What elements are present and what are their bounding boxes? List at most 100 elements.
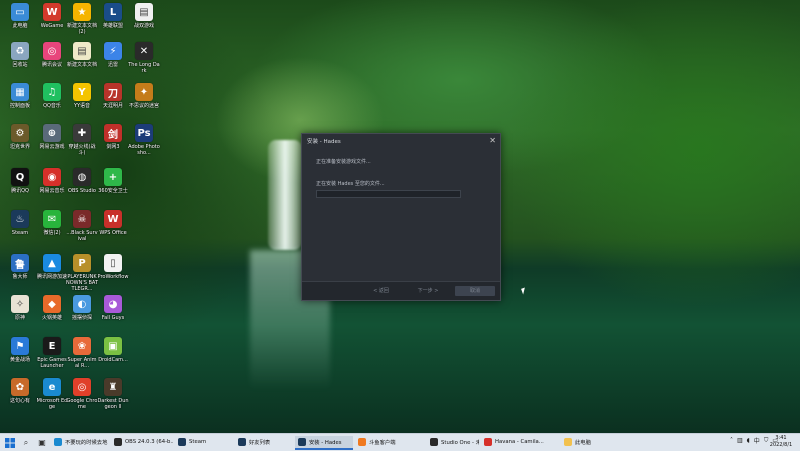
wps-icon: W bbox=[104, 210, 122, 228]
desktop-icon[interactable]: Y YY语音 bbox=[66, 83, 98, 109]
dialog-titlebar[interactable]: 安装 - Hades bbox=[302, 134, 500, 148]
desktop-icon[interactable]: ▭ 此电脑 bbox=[4, 3, 36, 29]
desktop-icon[interactable]: ♻ 回收站 bbox=[4, 42, 36, 68]
desktop-icon[interactable]: ♜ Darkest Dungeon II bbox=[97, 378, 129, 410]
taskbar-task[interactable]: 安装 - Hades bbox=[295, 435, 353, 450]
volume-icon[interactable]: ◖ bbox=[747, 437, 750, 444]
desktop-icon[interactable]: ⊕ 网易云游戏 bbox=[36, 124, 68, 150]
desktop-icon[interactable]: ◎ 腾讯会议 bbox=[36, 42, 68, 68]
desktop-icon[interactable]: ⚡ 迅雷 bbox=[97, 42, 129, 68]
control-panel-icon: ▦ bbox=[11, 83, 29, 101]
desktop-icon[interactable]: ♫ QQ音乐 bbox=[36, 83, 68, 109]
install-dialog: 安装 - Hades ✕ 正在准备安装游戏文件... 正在安装 Hades 至您… bbox=[301, 133, 501, 301]
desktop-icon[interactable]: ❀ Super Animal R... bbox=[66, 337, 98, 369]
desktop-icon[interactable]: +360安全卫士 bbox=[97, 168, 129, 194]
desktop-icon[interactable]: ◕ Fall Guys bbox=[97, 295, 129, 321]
taskbar-task-label: 好友列表 bbox=[249, 439, 271, 446]
task-view-icon[interactable]: ▣ bbox=[35, 436, 49, 450]
taskbar-task[interactable]: 此电脑 bbox=[561, 436, 613, 450]
desktop-icon-label: 此电脑 bbox=[12, 23, 28, 29]
desktop-icon[interactable]: ⚑ 黄金战场 bbox=[4, 337, 36, 363]
taskbar-task[interactable]: OBS 24.0.3 (64-b... bbox=[111, 436, 173, 450]
desktop-icon[interactable]: 鲁鲁大师 bbox=[4, 254, 36, 280]
desktop-icon[interactable]: ☠ ...Black Survival bbox=[66, 210, 98, 242]
clock[interactable]: 3:41 2022/8/1 bbox=[766, 435, 796, 448]
taskbar-task-label: Studio One - 未... bbox=[441, 439, 479, 446]
desktop-icon[interactable]: ▦ 控制面板 bbox=[4, 83, 36, 109]
taskbar-task[interactable]: 不要玩的时候去地 bbox=[51, 436, 109, 450]
desktop-icon[interactable]: ▯ ProWorkflow bbox=[97, 254, 129, 280]
desktop-icon[interactable]: ⚙ 坦克世界 bbox=[4, 124, 36, 150]
status-text-1: 正在准备安装游戏文件... bbox=[316, 159, 371, 165]
search-icon[interactable]: ⌕ bbox=[19, 436, 33, 450]
desktop-icon-label: Steam bbox=[11, 230, 29, 236]
network-icon[interactable]: ▥ bbox=[737, 437, 743, 444]
recycle-bin-icon: ♻ bbox=[11, 42, 29, 60]
desktop-icon[interactable]: ✕ The Long Dark bbox=[128, 42, 160, 74]
desktop-icon[interactable]: ◆ 火锅英雄 bbox=[36, 295, 68, 321]
desktop-icon[interactable]: Ps Adobe Photosho... bbox=[128, 124, 160, 156]
desktop-icon[interactable]: Q 腾讯QQ bbox=[4, 168, 36, 194]
taskbar-task[interactable]: Studio One - 未... bbox=[427, 436, 479, 450]
desktop-icon-label: Fall Guys bbox=[101, 315, 125, 321]
desktop-icon-label: Google Chrome bbox=[66, 398, 98, 410]
taskbar-task-label: 不要玩的时候去地 bbox=[65, 439, 108, 446]
start-button[interactable] bbox=[3, 436, 17, 450]
desktop-icon[interactable]: ♨ Steam bbox=[4, 210, 36, 236]
netease-music-icon: ◉ bbox=[43, 168, 61, 186]
input-icon[interactable]: 中 bbox=[754, 436, 760, 445]
desktop-icon[interactable]: ◉ 网易云音乐 bbox=[36, 168, 68, 194]
desktop-icon[interactable]: W WPS Office bbox=[97, 210, 129, 236]
desktop-icon-label: 这句心有 bbox=[9, 398, 30, 404]
close-icon[interactable]: ✕ bbox=[489, 136, 496, 145]
epic-icon: E bbox=[43, 337, 61, 355]
desktop-icon-label: 黄金战场 bbox=[9, 357, 30, 363]
genshin-icon: ✧ bbox=[11, 295, 29, 313]
desktop-icon[interactable]: ◎ Google Chrome bbox=[66, 378, 98, 410]
desktop-icon-label: Super Animal R... bbox=[67, 357, 97, 369]
desktop-icon-label: 穿越火线(战斗) bbox=[68, 144, 96, 156]
desktop-icon-label: Adobe Photosho... bbox=[128, 144, 160, 156]
desktop-icon[interactable]: 剑剑网3 bbox=[97, 124, 129, 150]
pc-icon: ▭ bbox=[11, 3, 29, 21]
desktop-icon-label: QQ音乐 bbox=[43, 103, 61, 109]
desktop-icon-label: 原神 bbox=[14, 315, 25, 321]
desktop-icon[interactable]: e Microsoft Edge bbox=[36, 378, 68, 410]
desktop-icon[interactable]: ▤ 新建文本文档 bbox=[66, 42, 98, 68]
desktop-icon[interactable]: ★ 新建文本文档 (2) bbox=[66, 3, 98, 35]
desktop-icon[interactable]: ✿ 这句心有 bbox=[4, 378, 36, 404]
app-icon: ⚑ bbox=[11, 337, 29, 355]
desktop-icon[interactable]: ▤ 战双游戏 bbox=[128, 3, 160, 29]
taskbar-task[interactable]: 斗鱼客户端 bbox=[355, 436, 425, 450]
desktop-icon[interactable]: ✧ 原神 bbox=[4, 295, 36, 321]
cloud-game-icon: ⊕ bbox=[43, 124, 61, 142]
desktop-icon-label: 新建文本文档 bbox=[66, 62, 97, 68]
jx3-icon: 剑 bbox=[104, 124, 122, 142]
next-button[interactable]: 下一步 > bbox=[412, 286, 444, 296]
cancel-button[interactable]: 取消 bbox=[455, 286, 495, 296]
desktop-icon-label: 火锅英雄 bbox=[41, 315, 62, 321]
thunder-icon: ⚡ bbox=[104, 42, 122, 60]
desktop-icon[interactable]: ✚ 穿越火线(战斗) bbox=[66, 124, 98, 156]
desktop-icon[interactable]: ◐ 摇摆侦探 bbox=[66, 295, 98, 321]
desktop-icon-label: WPS Office bbox=[99, 230, 127, 236]
desktop-icon[interactable]: ▲ 腾讯网游加速 bbox=[36, 254, 68, 280]
studio-one-icon bbox=[430, 437, 438, 446]
taskbar-task[interactable]: Havana - Camila... bbox=[481, 436, 559, 450]
desktop-icon[interactable]: ▣ DroidCam... bbox=[97, 337, 129, 363]
desktop-icon[interactable]: L 英雄联盟 bbox=[97, 3, 129, 29]
game-icon-2: ✦ bbox=[135, 83, 153, 101]
chevron-up-icon[interactable]: ˄ bbox=[730, 437, 733, 444]
desktop-icon[interactable]: 刀天涯明月 bbox=[97, 83, 129, 109]
desktop-icon[interactable]: ✉ 微信(2) bbox=[36, 210, 68, 236]
desktop-icon[interactable]: ◍ OBS Studio bbox=[66, 168, 98, 194]
taskbar-task[interactable]: Steam bbox=[175, 436, 233, 450]
desktop-icon[interactable]: ✦ 不思议的迷宫 bbox=[128, 83, 160, 109]
meeting-icon: ◎ bbox=[43, 42, 61, 60]
back-button[interactable]: < 返回 bbox=[367, 286, 395, 296]
desktop-icon[interactable]: P PLAYERUNKNOWN'S BATTLEGR... bbox=[66, 254, 98, 292]
taskbar-task-label: 此电脑 bbox=[575, 439, 591, 446]
desktop-icon[interactable]: E Epic Games Launcher bbox=[36, 337, 68, 369]
taskbar-task[interactable]: 好友列表 bbox=[235, 436, 293, 450]
desktop-icon[interactable]: W WeGame bbox=[36, 3, 68, 29]
